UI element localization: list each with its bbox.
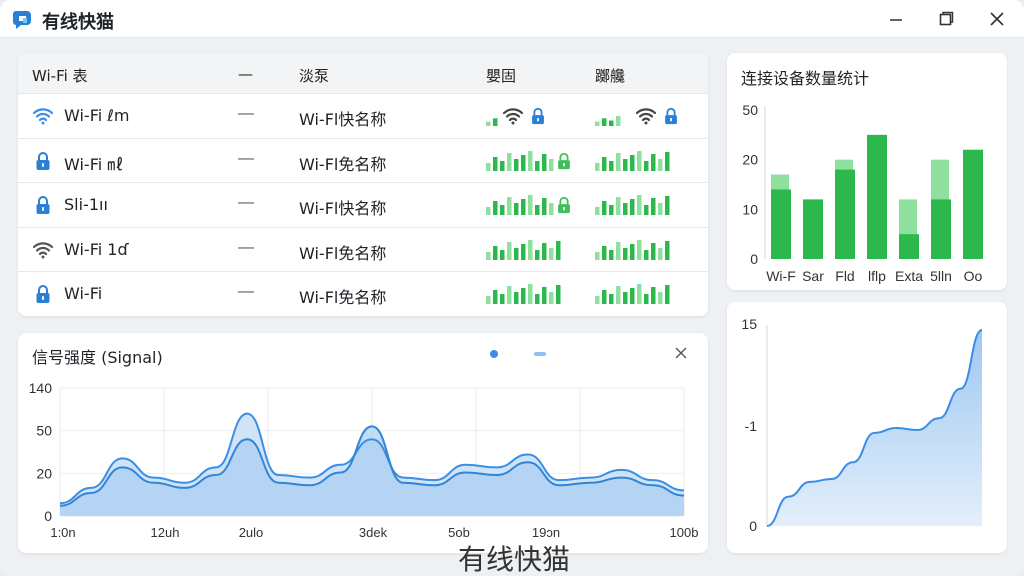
- bar-series-1[interactable]: [899, 234, 919, 259]
- wifi-icon: [32, 105, 54, 127]
- app-title: 有线快猫: [42, 12, 114, 33]
- title-bar: 有线快猫: [0, 0, 1024, 38]
- lock-icon: [661, 104, 681, 133]
- y-tick-label: 0: [749, 518, 757, 534]
- device-count-panel: 连接设备数量统计 50 20 10 0 Wi-F Sar Fld lflp Exta 5lln Oo: [727, 53, 1007, 290]
- signal-strength-bars: [486, 104, 544, 128]
- column-header-dash[interactable]: —: [238, 65, 253, 83]
- y-tick-label: 140: [29, 380, 53, 396]
- x-tick-label: 3dek: [359, 525, 388, 540]
- y-tick-label: 10: [742, 201, 758, 217]
- separator-dash: —: [238, 238, 254, 256]
- app-window: 有线快猫 Wi-Fi 表 — 淡泵 嬰固 躑艬 Wi-Fi ℓm — Wi-Fl快名…: [0, 0, 1024, 576]
- lock-icon: [32, 194, 54, 216]
- lock-icon: [528, 104, 548, 133]
- growth-area: [767, 330, 982, 526]
- table-row[interactable]: Wi-Fi ㎖ — Wi-Fl免名称: [18, 137, 708, 182]
- signal-strength-bars: [595, 149, 672, 173]
- x-tick-label: Exta: [895, 268, 923, 284]
- y-tick-label: 15: [741, 316, 757, 332]
- bar-series-1[interactable]: [835, 169, 855, 259]
- y-tick-label: 20: [36, 465, 52, 481]
- network-description: Wi-Fl免名称: [299, 288, 387, 308]
- y-tick-label: 50: [36, 423, 52, 439]
- network-name: Wi-Fi ㎖: [64, 154, 124, 174]
- network-name: Wi-Fi ℓm: [64, 106, 130, 125]
- y-tick-label: 0: [44, 508, 52, 524]
- column-header-name[interactable]: Wi-Fi 表: [32, 65, 88, 86]
- growth-chart: 15 -1 0: [741, 316, 983, 534]
- maximize-icon: [939, 11, 954, 26]
- network-name: Sli-1ıı: [64, 195, 108, 215]
- network-description: Wi-Fl快名称: [299, 199, 387, 219]
- network-description: Wi-Fl免名称: [299, 243, 387, 263]
- bar-series-1[interactable]: [867, 134, 887, 259]
- signal-chart: 140502001:0n 12uh 2ulo 3dek 5ob 19ɔn 100b: [29, 380, 699, 540]
- wifi-table-panel: Wi-Fi 表 — 淡泵 嬰固 躑艬 Wi-Fi ℓm — Wi-Fl快名称 Wi-F…: [18, 53, 708, 316]
- x-tick-label: Wi-F: [766, 268, 796, 284]
- bar-series-1[interactable]: [803, 199, 823, 259]
- signal-strength-bars: [595, 282, 672, 306]
- bar-series-1[interactable]: [771, 189, 791, 259]
- maximize-button[interactable]: [934, 7, 958, 31]
- bar-series-1[interactable]: [931, 199, 951, 259]
- network-name: Wi-Fi 1ɗ: [64, 239, 129, 259]
- network-description: Wi-Fl免名称: [299, 154, 387, 174]
- app-logo-icon: [13, 11, 31, 29]
- signal-chart-panel: 信号强度 (Signal) 140 50 20 0 1:0n 12uh 2ulo 3dek 5o…: [18, 333, 708, 553]
- x-tick-label: Fld: [835, 268, 854, 284]
- lock-icon: [554, 193, 574, 222]
- growth-chart-panel: 15 -1 0: [727, 302, 1007, 553]
- wifi-icon: [32, 239, 54, 261]
- x-tick-label: 5lln: [930, 268, 952, 284]
- minimize-button[interactable]: [884, 7, 908, 31]
- network-description: Wi-Fl快名称: [299, 110, 387, 129]
- x-tick-label: lflp: [868, 268, 886, 284]
- separator-dash: —: [238, 149, 254, 167]
- close-icon: [990, 12, 1004, 26]
- y-tick-label: 0: [750, 251, 758, 267]
- signal-strength-bars: [486, 282, 563, 306]
- signal-strength-bars: [486, 238, 563, 262]
- x-tick-label: Sar: [802, 268, 824, 284]
- bar-series-1[interactable]: [963, 149, 983, 259]
- lock-icon: [32, 283, 54, 305]
- minimize-icon: [890, 19, 902, 21]
- network-name: Wi-Fi: [64, 284, 103, 304]
- table-row[interactable]: Sli-1ıı — Wi-Fl快名称: [18, 182, 708, 226]
- table-row[interactable]: Wi-Fi — Wi-Fl免名称: [18, 271, 708, 315]
- y-tick-label: 50: [742, 102, 758, 118]
- separator-dash: —: [238, 105, 254, 122]
- column-header-desc[interactable]: 淡泵: [299, 65, 329, 86]
- wifi-icon: [502, 104, 524, 133]
- signal-strength-bars: [486, 149, 570, 173]
- signal-strength-bars: [595, 238, 672, 262]
- lock-icon: [554, 149, 574, 178]
- table-row[interactable]: Wi-Fi ℓm — Wi-Fl快名称: [18, 93, 708, 137]
- signal-strength-bars: [595, 193, 672, 217]
- table-header: Wi-Fi 表 — 淡泵 嬰固 躑艬: [18, 53, 708, 93]
- x-tick-label: 12uh: [151, 525, 180, 540]
- y-tick-label: -1: [745, 418, 758, 434]
- x-tick-label: 1:0n: [50, 525, 75, 540]
- x-tick-label: 100b: [670, 525, 699, 540]
- signal-strength-bars: [486, 193, 570, 217]
- device-bar-chart: 50 20 10 0 Wi-F Sar Fld lflp Exta 5lln Oo: [742, 102, 983, 284]
- column-header-signal1[interactable]: 嬰固: [486, 65, 516, 86]
- x-tick-label: 2ulo: [239, 525, 264, 540]
- watermark-text: 有线快猫: [458, 543, 571, 576]
- signal-strength-bars: [595, 104, 677, 128]
- close-button[interactable]: [985, 7, 1009, 31]
- y-tick-label: 20: [742, 152, 758, 168]
- separator-dash: —: [238, 283, 254, 301]
- table-row[interactable]: Wi-Fi 1ɗ — Wi-Fl免名称: [18, 226, 708, 271]
- column-header-signal2[interactable]: 躑艬: [595, 65, 625, 86]
- wifi-icon: [635, 104, 657, 133]
- x-tick-label: Oo: [964, 268, 983, 284]
- separator-dash: —: [238, 194, 254, 212]
- lock-icon: [32, 150, 54, 172]
